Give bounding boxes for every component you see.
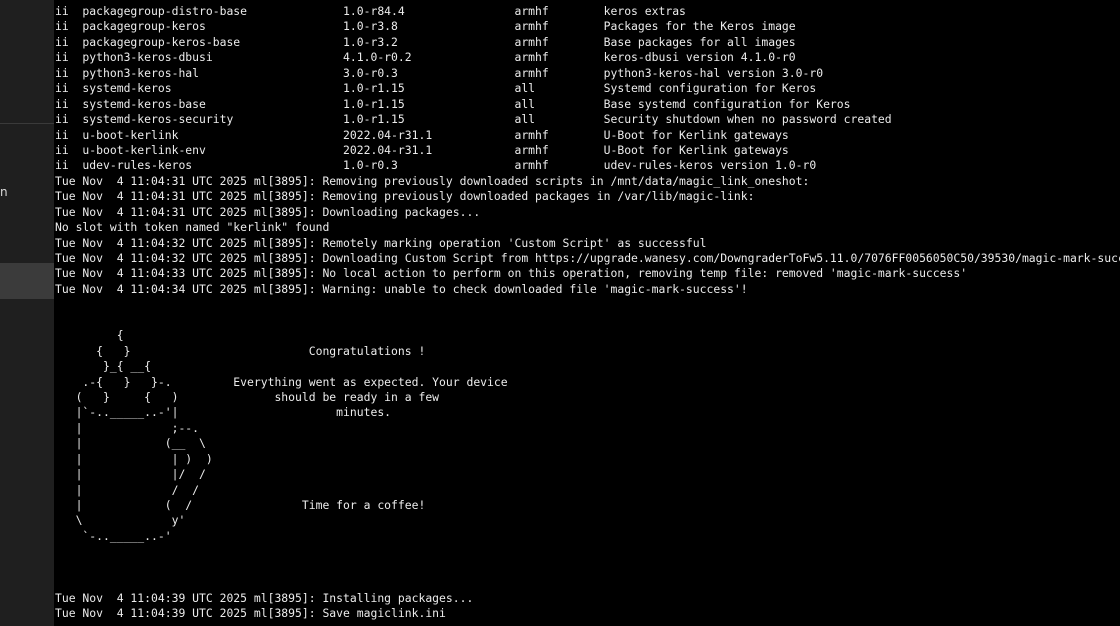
sidebar-divider (0, 123, 54, 124)
sidebar-selected-item[interactable] (0, 263, 54, 299)
sidebar-item-label[interactable]: n (0, 185, 8, 200)
terminal-line: Tue Nov 4 11:04:34 UTC 2025 ml[3895]: Wa… (55, 281, 748, 296)
terminal-line: | | ) ) (55, 451, 213, 466)
terminal-line: ii systemd-keros-base 1.0-r1.15 all Base… (55, 96, 851, 111)
terminal-line: Tue Nov 4 11:04:33 UTC 2025 ml[3895]: No… (55, 266, 968, 281)
terminal-line: Tue Nov 4 11:04:31 UTC 2025 ml[3895]: Do… (55, 204, 481, 219)
terminal-line: ii packagegroup-distro-base 1.0-r84.4 ar… (55, 4, 686, 18)
terminal-line: | ( / Time for a coffee! (55, 498, 426, 512)
terminal-line: }_{ __{ (55, 359, 152, 374)
terminal-line: .-{ } }-. Everything went as expected. Y… (55, 374, 508, 389)
terminal-line: ii systemd-keros-security 1.0-r1.15 all … (55, 112, 892, 127)
terminal-output[interactable]: ii packagegroup-distro-base 1.0-r84.4 ar… (55, 4, 1120, 626)
terminal-line: ii packagegroup-keros 1.0-r3.8 armhf Pac… (55, 19, 796, 34)
terminal-line: | / / (55, 482, 200, 497)
terminal-line: Tue Nov 4 11:04:39 UTC 2025 ml[3895]: In… (55, 590, 474, 605)
terminal-line: ii python3-keros-dbusi 4.1.0-r0.2 armhf … (55, 50, 796, 65)
terminal-line: ( } { ) should be ready in a few (55, 389, 440, 404)
terminal-line: ii systemd-keros 1.0-r1.15 all Systemd c… (55, 81, 817, 96)
terminal-line: |`-.._____..-'| minutes. (55, 405, 392, 420)
terminal-line: | ;--. (55, 420, 200, 435)
terminal-line: `-.._____..-' (55, 528, 172, 543)
terminal-line: Tue Nov 4 11:04:32 UTC 2025 ml[3895]: Do… (55, 251, 1120, 265)
terminal-line: | (__ \ (55, 436, 206, 451)
terminal-line: ii packagegroup-keros-base 1.0-r3.2 armh… (55, 34, 796, 49)
terminal-line: Tue Nov 4 11:04:39 UTC 2025 ml[3895]: Sa… (55, 606, 446, 621)
terminal-line: ii u-boot-kerlink-env 2022.04-r31.1 armh… (55, 142, 789, 157)
terminal-line: \ y' (55, 513, 186, 528)
terminal-line: ii udev-rules-keros 1.0-r0.3 armhf udev-… (55, 158, 817, 173)
terminal-line: { } Congratulations ! (55, 343, 426, 358)
terminal-line: ii python3-keros-hal 3.0-r0.3 armhf pyth… (55, 65, 824, 80)
terminal-line: | |/ / (55, 467, 206, 482)
sidebar-panel: n (0, 0, 54, 626)
terminal-line: { (55, 328, 124, 343)
terminal-line: Tue Nov 4 11:04:31 UTC 2025 ml[3895]: Re… (55, 189, 755, 204)
terminal-line: Tue Nov 4 11:04:32 UTC 2025 ml[3895]: Re… (55, 235, 707, 250)
terminal-line: Tue Nov 4 11:04:31 UTC 2025 ml[3895]: Re… (55, 173, 810, 188)
terminal-line: No slot with token named "kerlink" found (55, 220, 330, 235)
terminal-line: ii u-boot-kerlink 2022.04-r31.1 armhf U-… (55, 127, 789, 142)
